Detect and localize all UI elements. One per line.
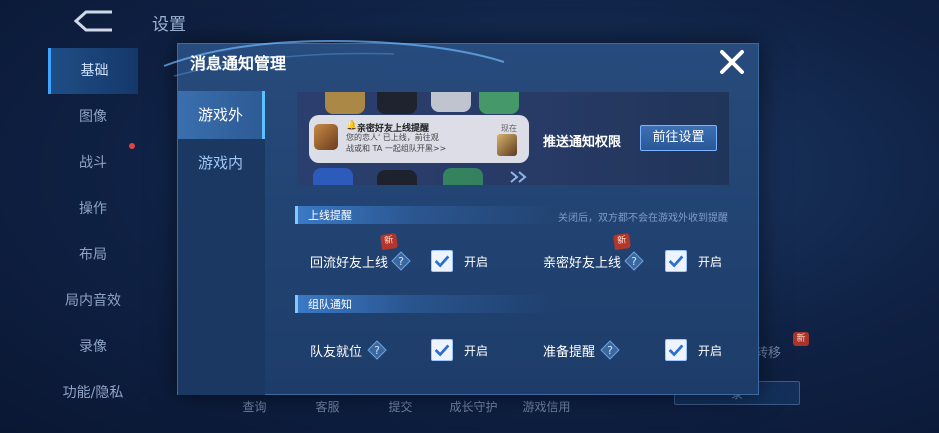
notification-body-line: 战或和 TA 一起组队开黑>> [346,144,447,153]
back-arrow-icon[interactable] [72,8,116,34]
notification-settings-dialog: 消息通知管理 游戏外 游戏内 🔔 亲密好友上线提醒 现在 您的恋人' 已上线，前… [163,40,759,395]
option-teammate-ready: 队友就位 ? 开启 [310,338,500,362]
svg-text:?: ? [607,344,613,357]
sidebar-item-sound[interactable]: 局内音效 [48,278,138,324]
svg-text:?: ? [374,344,380,357]
notification-dot [129,143,135,149]
bottom-link-query[interactable]: 查询 [218,398,291,415]
bell-icon: 🔔 [346,121,358,131]
section-title: 上线提醒 [308,209,352,222]
bottom-link-guardian[interactable]: 成长守护 [437,398,510,415]
app-icon [443,168,483,185]
arrow-decoration-icon [510,171,527,183]
checkmark-icon [434,255,450,268]
sidebar-item-controls[interactable]: 操作 [48,186,138,232]
checkmark-icon [668,255,684,268]
help-diamond-icon[interactable]: ? [624,251,644,271]
app-icon [431,92,471,112]
push-permission-label: 推送通知权限 [543,135,622,150]
app-icon [479,92,519,114]
svg-text:?: ? [398,255,404,268]
checkmark-icon [434,344,450,357]
checkbox-close-friend-online[interactable] [665,250,687,272]
sidebar-item-basic[interactable]: 基础 [48,48,138,94]
app-icon [377,170,417,185]
section-header-online: 上线提醒 [295,206,555,224]
tab-outside-game[interactable]: 游戏外 [178,91,265,139]
new-badge: 新 [793,332,809,346]
help-diamond-icon[interactable]: ? [367,340,387,360]
dialog-header: 消息通知管理 [163,40,758,92]
app-icon [377,92,417,114]
sidebar-item-combat[interactable]: 战斗 [48,140,138,186]
sidebar-item-layout[interactable]: 布局 [48,232,138,278]
section-title: 组队通知 [308,298,352,311]
checkbox-state-label: 开启 [464,344,489,358]
option-label: 队友就位 [310,345,363,360]
tab-in-game[interactable]: 游戏内 [178,139,265,187]
section-hint: 关闭后，双方都不会在游戏外收到提醒 [558,213,728,224]
settings-page-title: 设置 [152,15,186,35]
option-ready-reminder: 准备提醒 ? 开启 [543,338,733,362]
checkbox-state-label: 开启 [698,255,723,269]
app-icon [313,168,353,185]
notification-avatar [314,124,338,150]
bottom-link-submit[interactable]: 提交 [364,398,437,415]
sidebar-item-replay[interactable]: 录像 [48,324,138,370]
section-header-team: 组队通知 [295,295,555,313]
settings-sidebar: 基础 图像 战斗 操作 布局 局内音效 录像 功能/隐私 [48,48,138,433]
help-diamond-icon[interactable]: ? [391,251,411,271]
sidebar-item-image[interactable]: 图像 [48,94,138,140]
bottom-link-credit[interactable]: 游戏信用 [510,398,583,415]
new-badge: 新 [380,232,398,251]
option-label: 亲密好友上线 [543,256,622,271]
checkbox-state-label: 开启 [464,255,489,269]
app-icon [325,92,365,114]
bottom-link-row: 查询 客服 提交 成长守护 游戏信用 [218,398,583,415]
sample-notification-card: 🔔 亲密好友上线提醒 现在 您的恋人' 已上线，前往观 战或和 TA 一起组队开… [309,115,529,163]
checkmark-icon [668,344,684,357]
sidebar-item-privacy[interactable]: 功能/隐私 [48,370,138,416]
push-permission-banner: 🔔 亲密好友上线提醒 现在 您的恋人' 已上线，前往观 战或和 TA 一起组队开… [297,92,729,185]
checkbox-teammate-ready[interactable] [431,339,453,361]
dialog-tab-list: 游戏外 游戏内 [178,91,265,395]
option-label: 准备提醒 [543,345,596,360]
checkbox-returning-friend-online[interactable] [431,250,453,272]
new-badge: 新 [613,232,631,251]
bottom-link-support[interactable]: 客服 [291,398,364,415]
option-returning-friend-online: 回流好友上线 新 ? 开启 [310,232,500,273]
notification-thumbnail [497,134,517,156]
notification-body-line: 您的恋人' 已上线，前往观 [346,133,439,142]
help-diamond-icon[interactable]: ? [600,340,620,360]
goto-settings-button[interactable]: 前往设置 [640,125,717,151]
close-icon[interactable] [716,46,748,78]
dialog-title: 消息通知管理 [190,54,287,73]
option-label: 回流好友上线 [310,256,389,271]
checkbox-ready-reminder[interactable] [665,339,687,361]
svg-text:?: ? [631,255,637,268]
option-close-friend-online: 亲密好友上线 新 ? 开启 [543,232,733,273]
checkbox-state-label: 开启 [698,344,723,358]
notification-time: 现在 [501,124,517,133]
